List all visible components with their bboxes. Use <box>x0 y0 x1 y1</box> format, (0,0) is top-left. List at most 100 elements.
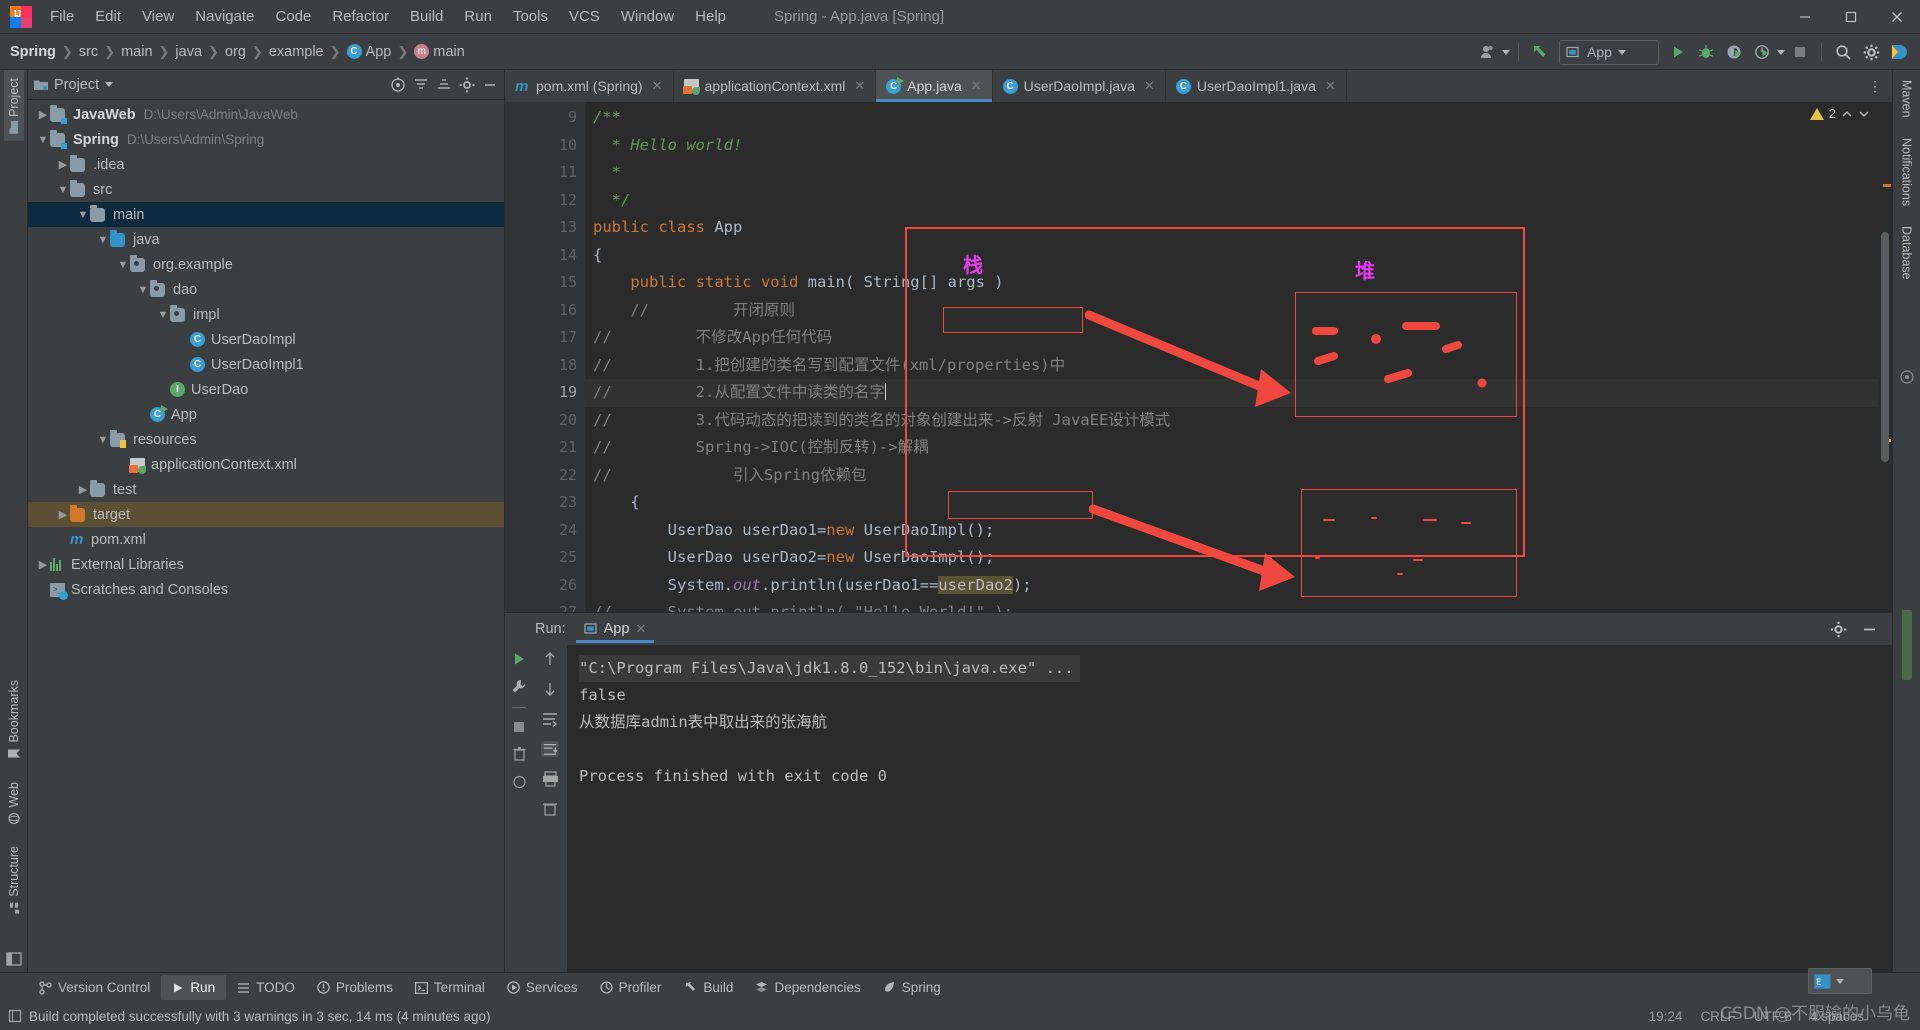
profiler-dropdown-caret-icon[interactable] <box>1777 49 1785 55</box>
code-line[interactable]: // 引入Spring依赖包 <box>585 462 1878 490</box>
chevron-down-icon[interactable] <box>1617 49 1626 55</box>
rail-tab-structure[interactable]: Structure <box>4 838 24 922</box>
idea-assistant-icon[interactable] <box>1886 39 1912 65</box>
gutter-line-number[interactable]: 12 <box>505 187 585 215</box>
gutter-line-number[interactable]: 21 <box>505 434 585 462</box>
gutter-line-number[interactable]: 17 <box>505 324 585 352</box>
menu-item-navigate[interactable]: Navigate <box>185 4 264 29</box>
menu-item-file[interactable]: File <box>40 4 84 29</box>
gutter-line-number[interactable]: 11 <box>505 159 585 187</box>
tree-node-src[interactable]: ▼ src <box>28 177 504 202</box>
tree-node-pom-xml[interactable]: m pom.xml <box>28 527 504 552</box>
menu-item-run[interactable]: Run <box>454 4 502 29</box>
tree-node-impl[interactable]: ▼ impl <box>28 302 504 327</box>
settings-wrench-icon[interactable] <box>511 679 527 695</box>
code-line[interactable]: /** <box>585 104 1878 132</box>
rail-tab-project[interactable]: Project <box>3 70 24 141</box>
tree-node-spring[interactable]: ▼ Spring D:\Users\Admin\Spring <box>28 127 504 152</box>
trash-icon[interactable] <box>512 746 527 762</box>
rerun-icon[interactable] <box>511 651 527 667</box>
code-line[interactable]: public static void main( String[] args ) <box>585 269 1878 297</box>
chevron-down-icon[interactable]: ▼ <box>116 259 130 271</box>
breadcrumb-item-org[interactable]: org <box>225 44 246 60</box>
avatar-dropdown-caret-icon[interactable] <box>1502 49 1510 55</box>
toolwindow-button-todo[interactable]: TODO <box>226 975 306 1000</box>
menu-item-edit[interactable]: Edit <box>85 4 131 29</box>
gutter-line-number[interactable]: 24 <box>505 517 585 545</box>
hide-panel-icon[interactable] <box>482 77 498 93</box>
rail-tab-bookmarks[interactable]: Bookmarks <box>4 672 24 768</box>
run-icon[interactable] <box>1665 39 1691 65</box>
code-line[interactable]: // 2.从配置文件中读类的名字 <box>585 379 1878 407</box>
chevron-up-icon[interactable] <box>1841 108 1853 120</box>
chevron-down-icon[interactable]: ▼ <box>36 134 50 146</box>
update-project-icon[interactable] <box>1527 39 1553 65</box>
settings-gear-icon[interactable] <box>1858 39 1884 65</box>
gutter-line-number[interactable]: 20 <box>505 407 585 435</box>
editor-tab-userdaoimpl1-java[interactable]: C UserDaoImpl1.java ✕ <box>1166 70 1347 102</box>
run-settings-gear-icon[interactable] <box>1830 621 1847 638</box>
print-icon[interactable] <box>542 771 559 787</box>
chevron-down-icon[interactable]: ▼ <box>136 284 150 296</box>
gutter-line-number[interactable]: 10 <box>505 132 585 160</box>
tree-node--idea[interactable]: ▶ .idea <box>28 152 504 177</box>
code-line[interactable]: System.out.println(userDao1==userDao2); <box>585 572 1878 600</box>
debug-icon[interactable] <box>1693 39 1719 65</box>
toolwindow-button-dependencies[interactable]: Dependencies <box>744 975 871 1000</box>
gutter-line-number[interactable]: 15 <box>505 269 585 297</box>
chevron-right-icon[interactable]: ▶ <box>56 158 70 171</box>
editor-gutter[interactable]: 910111213141516171819202122232425262728 <box>505 102 585 612</box>
editor-scrollbar-thumb[interactable] <box>1881 232 1889 462</box>
gutter-line-number[interactable]: 19 <box>505 379 585 407</box>
chevron-down-icon[interactable]: ▼ <box>76 209 90 221</box>
rail-tab-web[interactable]: Web <box>4 774 24 832</box>
toolwindow-button-problems[interactable]: Problems <box>306 975 404 1000</box>
project-scope-caret-icon[interactable] <box>105 82 114 87</box>
code-line[interactable]: public class App <box>585 214 1878 242</box>
scroll-to-end-icon[interactable] <box>541 741 559 757</box>
run-console-output[interactable]: "C:\Program Files\Java\jdk1.8.0_152\bin\… <box>567 645 1892 972</box>
tree-node-main[interactable]: ▼ main <box>28 202 504 227</box>
chevron-down-icon[interactable]: ▼ <box>96 234 110 246</box>
tree-node-app[interactable]: C App <box>28 402 504 427</box>
editor-scrollbar[interactable] <box>1878 102 1892 612</box>
user-avatar-icon[interactable] <box>1476 39 1502 65</box>
minimize-button[interactable] <box>1782 0 1828 34</box>
project-tree[interactable]: ▶ JavaWeb D:\Users\Admin\JavaWeb ▼ Spring D:\… <box>28 100 504 972</box>
indent-indicator[interactable]: 4 spaces <box>1810 1009 1864 1024</box>
stop-icon[interactable] <box>1787 39 1813 65</box>
gutter-line-number[interactable]: 25 <box>505 544 585 572</box>
editor-tab-userdaoimpl-java[interactable]: C UserDaoImpl.java ✕ <box>993 70 1166 102</box>
menu-item-view[interactable]: View <box>132 4 184 29</box>
chevron-down-icon[interactable]: ▼ <box>156 309 170 321</box>
encoding-popup-caret-icon[interactable] <box>1836 978 1844 984</box>
rail-tab-database[interactable]: Database <box>1897 216 1917 290</box>
code-line[interactable]: */ <box>585 187 1878 215</box>
close-button[interactable] <box>1874 0 1920 34</box>
code-line[interactable]: * Hello world! <box>585 132 1878 160</box>
editor-tabs-overflow-icon[interactable]: ⋮ <box>1858 70 1892 102</box>
soft-wrap-icon[interactable] <box>541 711 559 727</box>
panel-settings-gear-icon[interactable] <box>459 77 475 93</box>
toolwindow-button-version-control[interactable]: Version Control <box>28 975 161 1000</box>
gutter-line-number[interactable]: 23 <box>505 489 585 517</box>
breadcrumb-item-app[interactable]: App <box>346 44 391 60</box>
select-opened-file-icon[interactable] <box>390 77 406 93</box>
menu-item-help[interactable]: Help <box>685 4 736 29</box>
scroll-down-icon[interactable] <box>542 681 558 697</box>
tree-node-target[interactable]: ▶ target <box>28 502 504 527</box>
code-line[interactable]: { <box>585 489 1878 517</box>
code-line[interactable]: // Spring->IOC(控制反转)->解耦 <box>585 434 1878 462</box>
chevron-right-icon[interactable]: ▶ <box>36 108 50 121</box>
chevron-right-icon[interactable]: ▶ <box>36 558 50 571</box>
stop-icon[interactable] <box>512 720 526 734</box>
toolwindow-button-run[interactable]: Run <box>161 975 227 1000</box>
line-separator-indicator[interactable]: CRLF <box>1700 1009 1735 1024</box>
inspection-status[interactable]: 2 <box>1809 106 1870 121</box>
breadcrumb-item-src[interactable]: src <box>79 44 98 60</box>
web-rail-icon[interactable] <box>512 774 527 790</box>
run-with-coverage-icon[interactable] <box>1721 39 1747 65</box>
chevron-down-icon[interactable]: ▼ <box>96 434 110 446</box>
layout-toggle-icon[interactable] <box>5 952 22 966</box>
chevron-down-icon[interactable] <box>1858 108 1870 120</box>
